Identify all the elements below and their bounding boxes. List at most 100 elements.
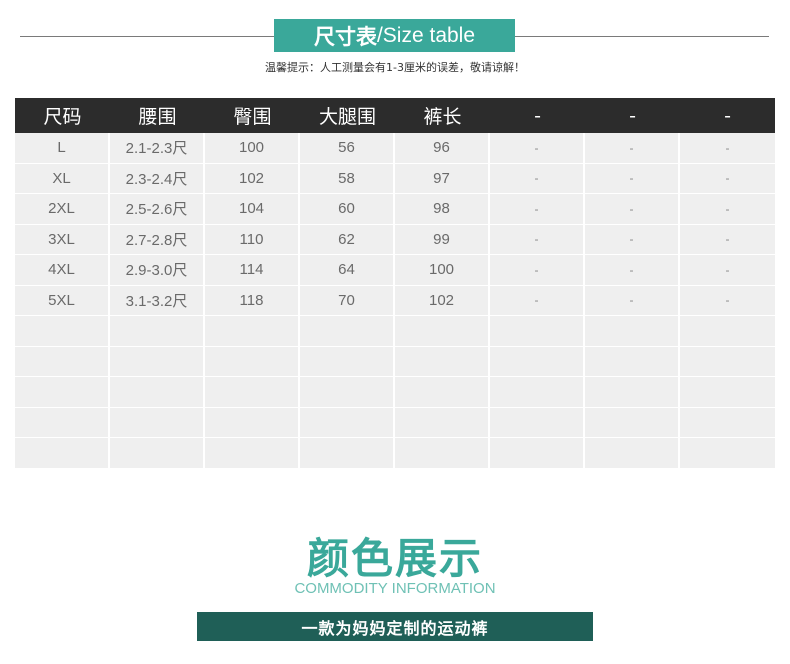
table-cell <box>680 407 775 438</box>
table-cell: 5XL <box>15 285 110 316</box>
table-cell <box>680 377 775 408</box>
product-tagline-banner: 一款为妈妈定制的运动裤 <box>197 612 593 641</box>
table-cell <box>490 346 585 377</box>
table-cell: - <box>680 163 775 194</box>
table-cell: - <box>680 194 775 225</box>
table-cell: 2.1-2.3尺 <box>110 133 205 164</box>
table-cell: XL <box>15 163 110 194</box>
table-cell: - <box>680 255 775 286</box>
table-cell: 2.9-3.0尺 <box>110 255 205 286</box>
column-header: - <box>585 98 680 133</box>
table-cell <box>300 316 395 347</box>
table-row: XL 2.3-2.4尺 102 58 97- - - <box>15 163 775 194</box>
column-header: - <box>490 98 585 133</box>
table-cell <box>300 346 395 377</box>
table-cell <box>205 377 300 408</box>
table-cell <box>300 407 395 438</box>
table-cell <box>680 316 775 347</box>
table-cell: 70 <box>300 285 395 316</box>
table-cell <box>490 316 585 347</box>
table-cell <box>300 438 395 469</box>
table-cell: 2XL <box>15 194 110 225</box>
table-cell: - <box>585 224 680 255</box>
color-section-subtitle: COMMODITY INFORMATION <box>294 580 496 597</box>
table-cell: 2.7-2.8尺 <box>110 224 205 255</box>
table-cell: - <box>585 255 680 286</box>
table-cell <box>585 316 680 347</box>
size-table-body: L 2.1-2.3尺 100 56 96- - - XL 2.3-2.4尺 102 58 97- - -2… <box>15 133 775 469</box>
table-cell <box>490 377 585 408</box>
table-cell <box>15 346 110 377</box>
table-cell: 104 <box>205 194 300 225</box>
table-row: 2XL 2.5-2.6尺 104 60 98- - - <box>15 194 775 225</box>
table-cell: - <box>490 224 585 255</box>
table-row: L 2.1-2.3尺 100 56 96- - - <box>15 133 775 164</box>
table-cell: - <box>490 163 585 194</box>
table-cell <box>585 438 680 469</box>
size-table-title-en: /Size table <box>376 23 476 47</box>
table-cell: 100 <box>395 255 490 286</box>
table-cell <box>110 346 205 377</box>
column-header: 裤长 <box>395 98 490 133</box>
size-table: 尺码 腰围 臀围 大腿围 裤长 - - - L 2.1-2.3尺 100 56 96- -… <box>15 98 775 469</box>
table-cell <box>205 316 300 347</box>
table-cell <box>490 407 585 438</box>
size-table-title-cn: 尺寸表 <box>313 24 377 49</box>
table-cell: 58 <box>300 163 395 194</box>
table-cell: 114 <box>205 255 300 286</box>
table-cell: - <box>585 285 680 316</box>
table-cell: L <box>15 133 110 164</box>
column-header: 臀围 <box>205 98 300 133</box>
table-cell <box>205 346 300 377</box>
table-cell: 3XL <box>15 224 110 255</box>
table-row <box>15 438 775 469</box>
measurement-tip: 温馨提示：人工测量会有1-3厘米的误差，敬请谅解！ <box>265 61 525 74</box>
table-cell: 110 <box>205 224 300 255</box>
table-cell <box>110 407 205 438</box>
table-row <box>15 407 775 438</box>
table-cell: - <box>490 285 585 316</box>
header-divider-left <box>20 36 276 37</box>
table-cell <box>585 407 680 438</box>
column-header: 腰围 <box>110 98 205 133</box>
table-cell: 62 <box>300 224 395 255</box>
table-cell: - <box>680 285 775 316</box>
table-cell <box>110 438 205 469</box>
table-row: 3XL 2.7-2.8尺 110 62 99- - - <box>15 224 775 255</box>
table-cell <box>110 316 205 347</box>
table-cell: 102 <box>395 285 490 316</box>
table-cell <box>15 377 110 408</box>
table-cell <box>395 346 490 377</box>
table-cell: 100 <box>205 133 300 164</box>
table-cell: - <box>585 133 680 164</box>
table-cell <box>585 346 680 377</box>
table-cell <box>680 346 775 377</box>
column-header: 尺码 <box>15 98 110 133</box>
table-cell <box>15 438 110 469</box>
table-cell <box>395 377 490 408</box>
color-section-title: 颜色展示 <box>306 534 483 583</box>
table-cell: 96 <box>395 133 490 164</box>
table-cell <box>395 316 490 347</box>
table-cell <box>15 316 110 347</box>
table-cell: - <box>680 133 775 164</box>
size-table-title: 尺寸表/Size table <box>274 19 515 52</box>
table-cell: 3.1-3.2尺 <box>110 285 205 316</box>
table-cell: 99 <box>395 224 490 255</box>
table-row <box>15 377 775 408</box>
table-cell: - <box>490 194 585 225</box>
table-cell <box>585 377 680 408</box>
table-cell: 2.5-2.6尺 <box>110 194 205 225</box>
header-divider-right <box>514 36 769 37</box>
table-cell <box>680 438 775 469</box>
table-row <box>15 346 775 377</box>
table-cell <box>205 438 300 469</box>
table-cell: 4XL <box>15 255 110 286</box>
table-cell: - <box>680 224 775 255</box>
table-row <box>15 316 775 347</box>
table-cell: 64 <box>300 255 395 286</box>
table-cell: - <box>585 194 680 225</box>
table-cell: 60 <box>300 194 395 225</box>
size-table-header-row: 尺码 腰围 臀围 大腿围 裤长 - - - <box>15 98 775 133</box>
table-cell <box>205 407 300 438</box>
